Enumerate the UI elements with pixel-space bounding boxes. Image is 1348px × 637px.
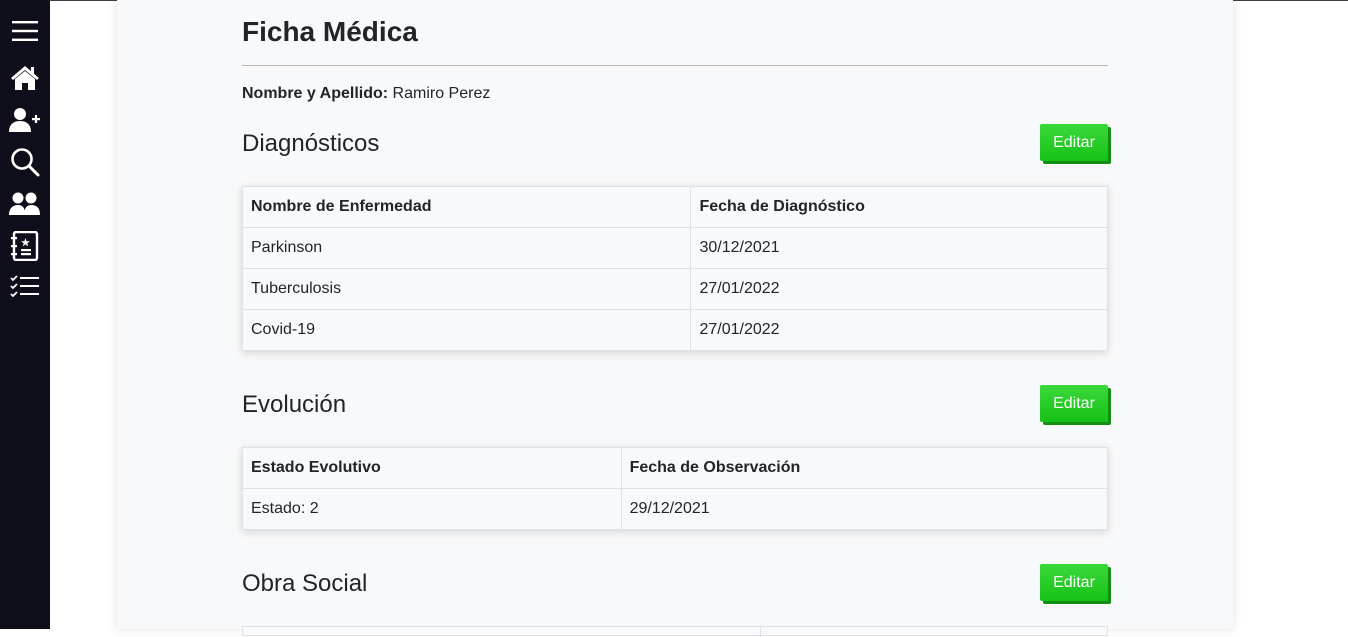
table-row: Tuberculosis 27/01/2022 bbox=[241, 268, 1108, 310]
evolution-state-cell: Estado: 2 bbox=[242, 488, 622, 530]
table-row: Estado: 2 29/12/2021 bbox=[242, 488, 1109, 530]
observation-date-cell: 29/12/2021 bbox=[620, 488, 1109, 530]
edit-diagnosticos-button[interactable]: Editar bbox=[1040, 124, 1108, 161]
disease-name-cell: Covid-19 bbox=[241, 309, 692, 351]
column-header: Fecha de Observación bbox=[620, 447, 1109, 489]
title-divider bbox=[242, 65, 1108, 66]
home-icon[interactable] bbox=[8, 61, 42, 95]
add-user-icon[interactable] bbox=[8, 103, 42, 137]
page-title: Ficha Médica bbox=[242, 16, 418, 47]
section-title-obra-social: Obra Social bbox=[242, 570, 368, 597]
section-title-diagnosticos: Diagnósticos bbox=[242, 130, 380, 157]
evolucion-table: Estado Evolutivo Fecha de Observación Es… bbox=[242, 447, 1109, 530]
table-row: Parkinson 30/12/2021 bbox=[241, 227, 1108, 269]
edit-evolucion-button[interactable]: Editar bbox=[1040, 385, 1108, 422]
patient-label: Nombre y Apellido: bbox=[242, 85, 389, 102]
sidebar bbox=[0, 0, 50, 629]
search-icon[interactable] bbox=[8, 145, 42, 179]
diagnosticos-table: Nombre de Enfermedad Fecha de Diagnóstic… bbox=[241, 186, 1108, 351]
column-header: Estado Evolutivo bbox=[242, 447, 622, 489]
table-row: Covid-19 27/01/2022 bbox=[241, 309, 1108, 351]
column-header: Nombre de Enfermedad bbox=[241, 186, 692, 228]
diagnosis-date-cell: 27/01/2022 bbox=[690, 309, 1108, 351]
obra-social-table bbox=[242, 626, 1108, 637]
section-title-evolucion: Evolución bbox=[242, 391, 347, 418]
diagnosis-date-cell: 27/01/2022 bbox=[690, 268, 1108, 310]
checklist-icon[interactable] bbox=[8, 270, 42, 304]
patient-info: Nombre y Apellido: Ramiro Perez bbox=[242, 84, 490, 104]
patient-name: Ramiro Perez bbox=[392, 85, 491, 102]
diagnosis-date-cell: 30/12/2021 bbox=[690, 227, 1108, 269]
menu-icon[interactable] bbox=[8, 14, 42, 48]
table-header-row: Nombre de Enfermedad Fecha de Diagnóstic… bbox=[241, 186, 1108, 228]
table-header-row: Estado Evolutivo Fecha de Observación bbox=[242, 447, 1109, 489]
contacts-icon[interactable] bbox=[8, 229, 42, 263]
users-icon[interactable] bbox=[8, 187, 42, 221]
column-header: Fecha de Diagnóstico bbox=[690, 186, 1108, 228]
disease-name-cell: Tuberculosis bbox=[241, 268, 692, 310]
edit-obra-social-button[interactable]: Editar bbox=[1040, 564, 1108, 601]
disease-name-cell: Parkinson bbox=[241, 227, 692, 269]
